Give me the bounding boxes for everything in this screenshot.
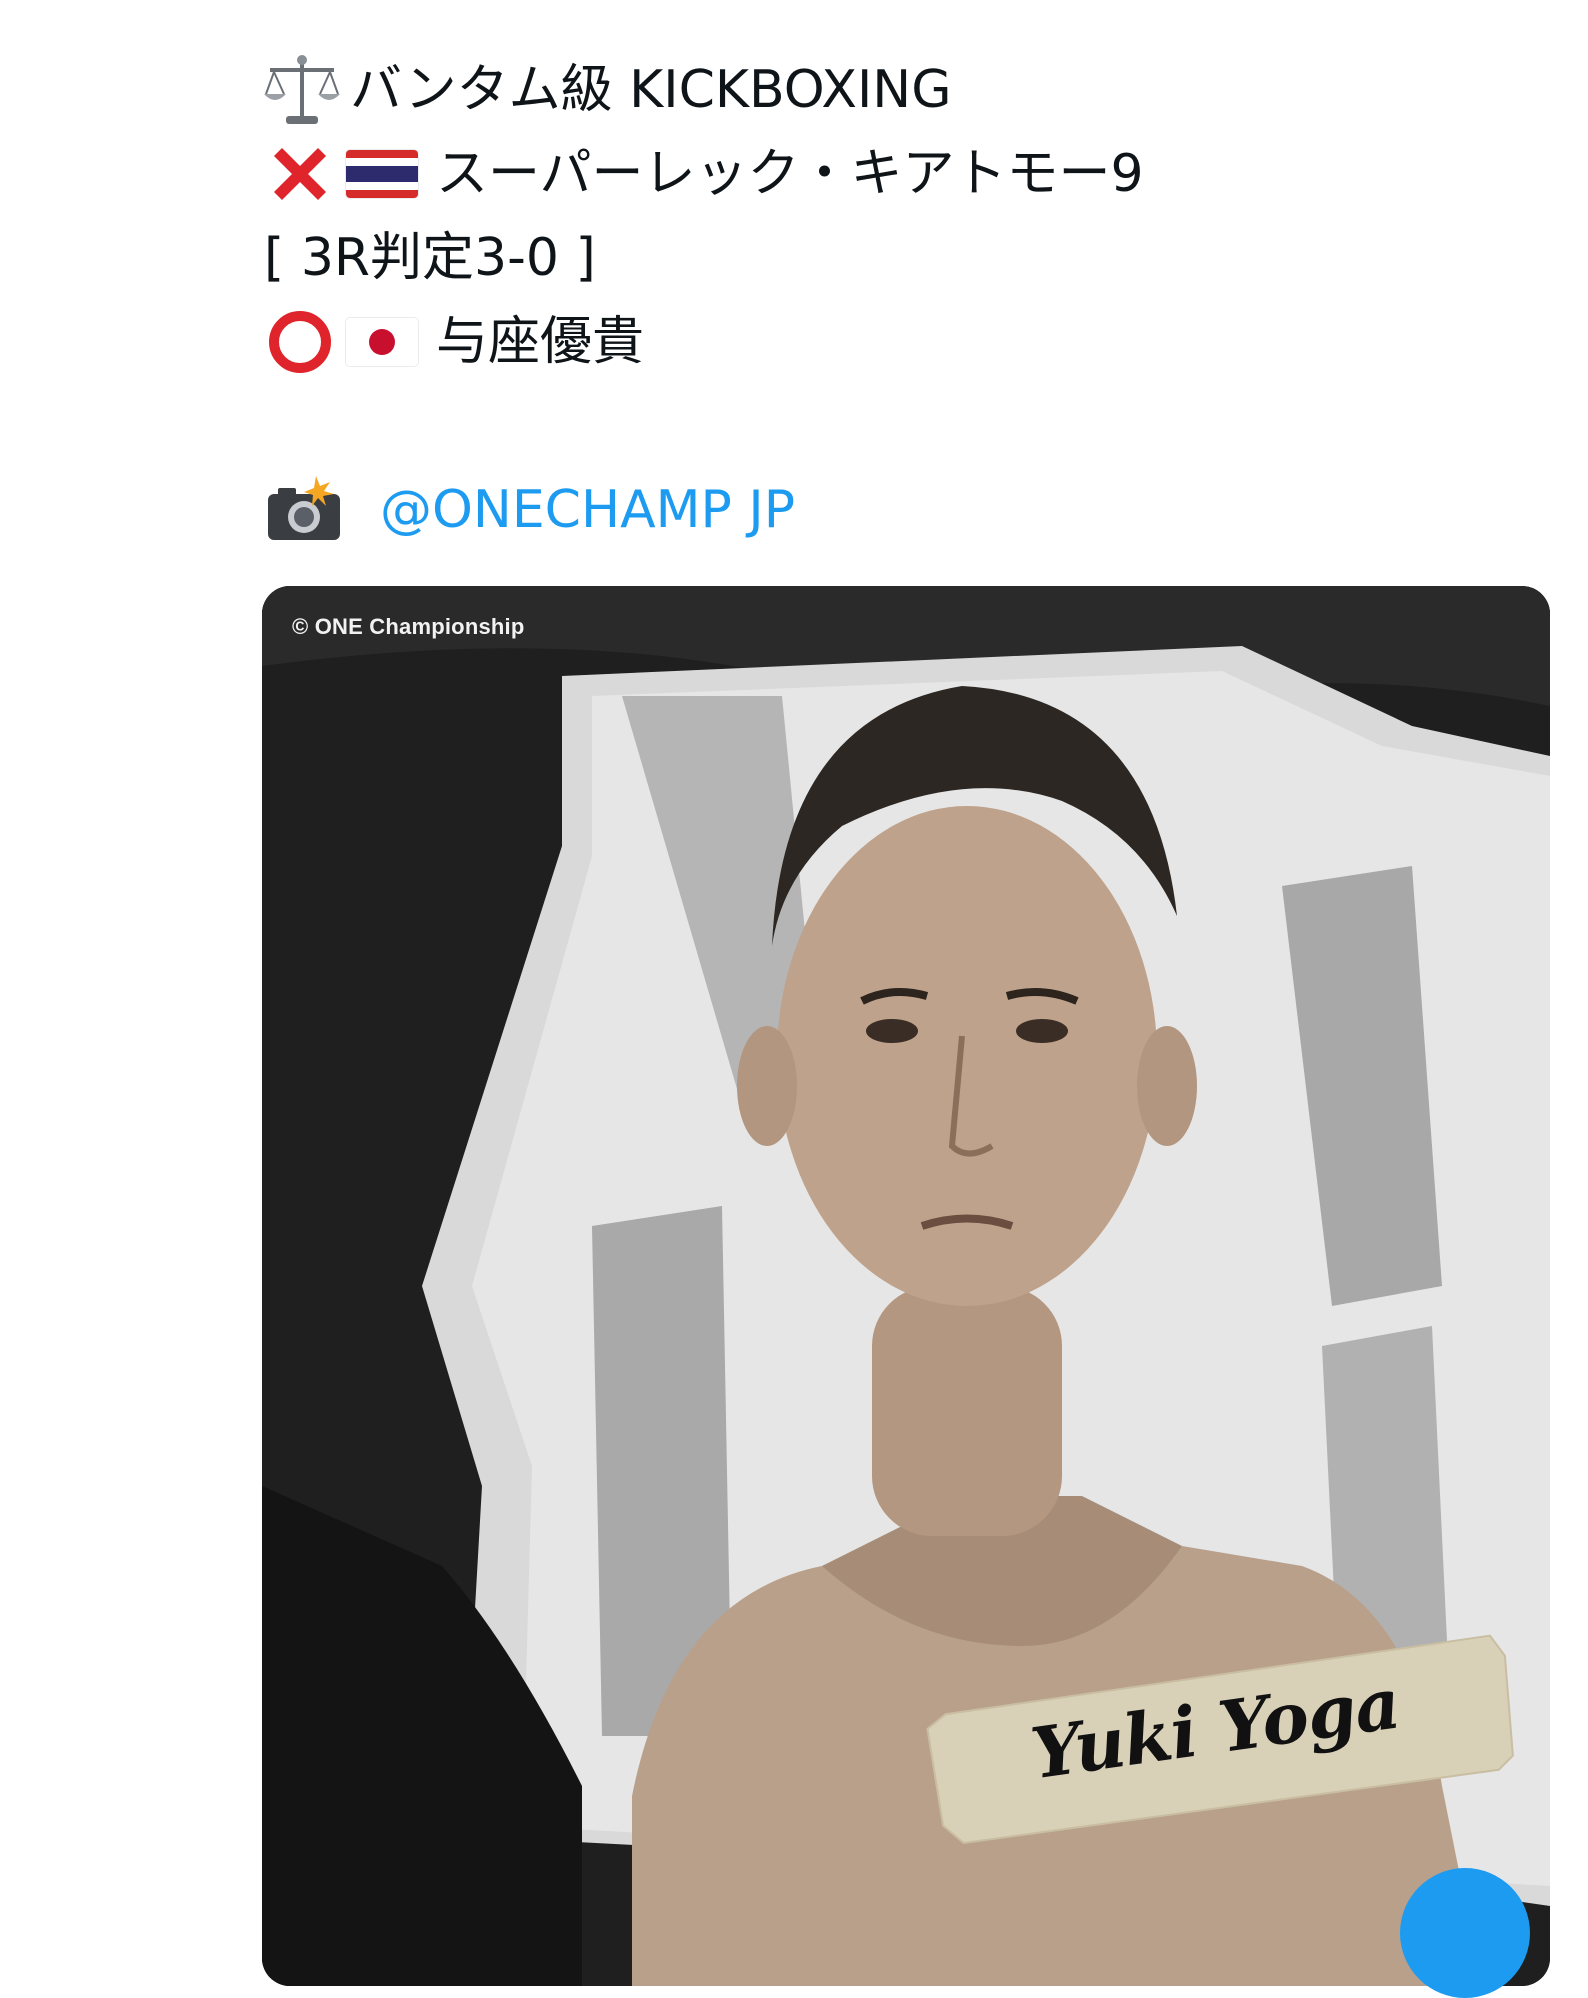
winner-line: 与座優貴 — [264, 300, 1514, 384]
tweet-photo[interactable]: © ONE Championship Yuki Yoga — [262, 586, 1550, 1986]
balance-scale-icon — [264, 54, 340, 126]
loser-line: スーパーレック・キアトモー9 — [264, 132, 1514, 216]
hollow-red-circle-icon — [264, 306, 336, 378]
floating-action-button[interactable] — [1400, 1868, 1530, 1998]
winner-name: 与座優貴 — [436, 312, 645, 372]
japan-flag-icon — [346, 318, 418, 366]
weight-class-text: バンタム級 KICKBOXING — [350, 60, 952, 120]
credit-line: @ONECHAMP JP — [264, 468, 1514, 552]
watermark: © ONE Championship — [292, 614, 525, 639]
tweet-text: バンタム級 KICKBOXING スーパーレック・キアトモー9 [ 3R判定3-… — [264, 48, 1514, 552]
camera-with-flash-icon — [264, 474, 344, 546]
mention-link[interactable]: @ONECHAMP JP — [380, 468, 795, 552]
thailand-flag-icon — [346, 150, 418, 198]
cross-mark-icon — [264, 138, 336, 210]
loser-name: スーパーレック・キアトモー9 — [436, 144, 1144, 204]
result-line: [ 3R判定3-0 ] — [264, 216, 1514, 300]
weight-class-line: バンタム級 KICKBOXING — [264, 48, 1514, 132]
result-text: [ 3R判定3-0 ] — [264, 228, 596, 288]
